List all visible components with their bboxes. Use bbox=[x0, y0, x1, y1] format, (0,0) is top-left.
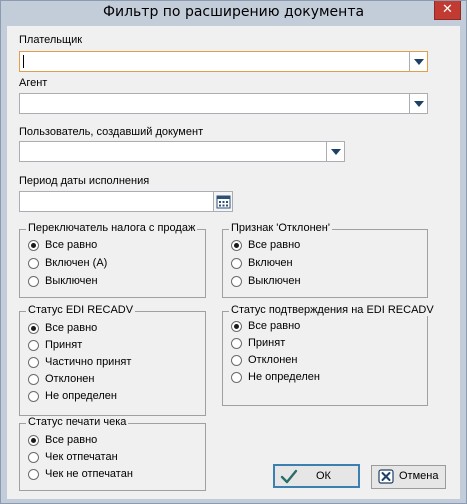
chevron-down-icon[interactable] bbox=[326, 142, 344, 161]
receipt-print-status-group-title: Статус печати чека bbox=[26, 416, 129, 428]
close-icon: ✕ bbox=[442, 2, 453, 17]
radio-label: Все равно bbox=[45, 434, 98, 446]
tax-switch-group-title: Переключатель налога с продаж bbox=[26, 222, 198, 234]
ok-button[interactable]: ОК bbox=[273, 464, 360, 488]
cancel-button-label: Отмена bbox=[399, 470, 439, 482]
radio-label: Выключен bbox=[45, 275, 98, 287]
radio-label: Отклонен bbox=[45, 373, 95, 385]
edi-confirm-status-group: Статус подтверждения на EDI RECADV Все р… bbox=[222, 304, 436, 406]
tax-switch-group: Переключатель налога с продаж Все равно … bbox=[19, 222, 206, 298]
radio-selected[interactable] bbox=[28, 240, 39, 251]
edi-recadv-status-group: Статус EDI RECADV Все равно Принят Части… bbox=[19, 304, 206, 416]
receipt-print-status-group: Статус печати чека Все равно Чек отпечат… bbox=[19, 416, 206, 491]
radio-selected[interactable] bbox=[28, 323, 39, 334]
period-label: Период даты исполнения bbox=[19, 175, 150, 187]
radio-unselected[interactable] bbox=[28, 258, 39, 269]
radio-unselected[interactable] bbox=[231, 338, 242, 349]
radio-label: Включен (А) bbox=[45, 257, 108, 269]
radio-selected[interactable] bbox=[28, 435, 39, 446]
checkmark-icon bbox=[280, 469, 298, 484]
radio-label: Принят bbox=[248, 337, 286, 349]
cancel-button[interactable]: Отмена bbox=[371, 465, 446, 489]
radio-selected[interactable] bbox=[231, 321, 242, 332]
chevron-down-icon[interactable] bbox=[409, 94, 427, 113]
calendar-button[interactable] bbox=[213, 192, 232, 211]
radio-unselected[interactable] bbox=[28, 469, 39, 480]
rejected-flag-group-title: Признак 'Отклонен' bbox=[229, 222, 332, 234]
radio-label: Отклонен bbox=[248, 354, 298, 366]
radio-label: Все равно bbox=[45, 239, 98, 251]
radio-label: Не определен bbox=[45, 390, 117, 402]
radio-label: Все равно bbox=[45, 322, 98, 334]
agent-combobox[interactable] bbox=[19, 93, 428, 114]
agent-label: Агент bbox=[19, 77, 48, 89]
edi-confirm-status-group-title: Статус подтверждения на EDI RECADV bbox=[229, 304, 436, 316]
payer-label: Плательщик bbox=[19, 34, 83, 46]
payer-combobox[interactable] bbox=[19, 51, 428, 72]
creator-combobox[interactable] bbox=[19, 141, 345, 162]
edi-recadv-status-group-title: Статус EDI RECADV bbox=[26, 304, 136, 316]
close-button[interactable]: ✕ bbox=[434, 1, 461, 20]
radio-label: Частично принят bbox=[45, 356, 132, 368]
dialog-window: Фильтр по расширению документа ✕ Платель… bbox=[0, 0, 467, 504]
period-date-field[interactable] bbox=[19, 191, 233, 212]
radio-unselected[interactable] bbox=[28, 357, 39, 368]
creator-label: Пользователь, создавший документ bbox=[19, 126, 204, 138]
radio-unselected[interactable] bbox=[28, 276, 39, 287]
chevron-down-icon[interactable] bbox=[409, 52, 427, 71]
radio-unselected[interactable] bbox=[28, 374, 39, 385]
radio-selected[interactable] bbox=[231, 240, 242, 251]
radio-label: Принят bbox=[45, 339, 83, 351]
text-caret bbox=[23, 55, 24, 68]
radio-label: Все равно bbox=[248, 320, 301, 332]
radio-label: Чек отпечатан bbox=[45, 451, 118, 463]
ok-button-label: ОК bbox=[316, 470, 331, 482]
cancel-icon bbox=[378, 469, 394, 484]
radio-unselected[interactable] bbox=[28, 340, 39, 351]
radio-unselected[interactable] bbox=[231, 355, 242, 366]
dialog-body: Плательщик Агент Пользователь, создавший… bbox=[7, 26, 460, 499]
radio-unselected[interactable] bbox=[231, 372, 242, 383]
radio-label: Выключен bbox=[248, 275, 301, 287]
rejected-flag-group: Признак 'Отклонен' Все равно Включен Вык… bbox=[222, 222, 428, 298]
window-title: Фильтр по расширению документа bbox=[102, 4, 365, 20]
radio-label: Не определен bbox=[248, 371, 320, 383]
radio-label: Чек не отпечатан bbox=[45, 468, 133, 480]
title-bar[interactable]: Фильтр по расширению документа ✕ bbox=[1, 1, 466, 26]
radio-label: Все равно bbox=[248, 239, 301, 251]
radio-unselected[interactable] bbox=[28, 452, 39, 463]
radio-label: Включен bbox=[248, 257, 293, 269]
radio-unselected[interactable] bbox=[231, 276, 242, 287]
radio-unselected[interactable] bbox=[28, 391, 39, 402]
radio-unselected[interactable] bbox=[231, 258, 242, 269]
calendar-icon bbox=[216, 195, 231, 209]
